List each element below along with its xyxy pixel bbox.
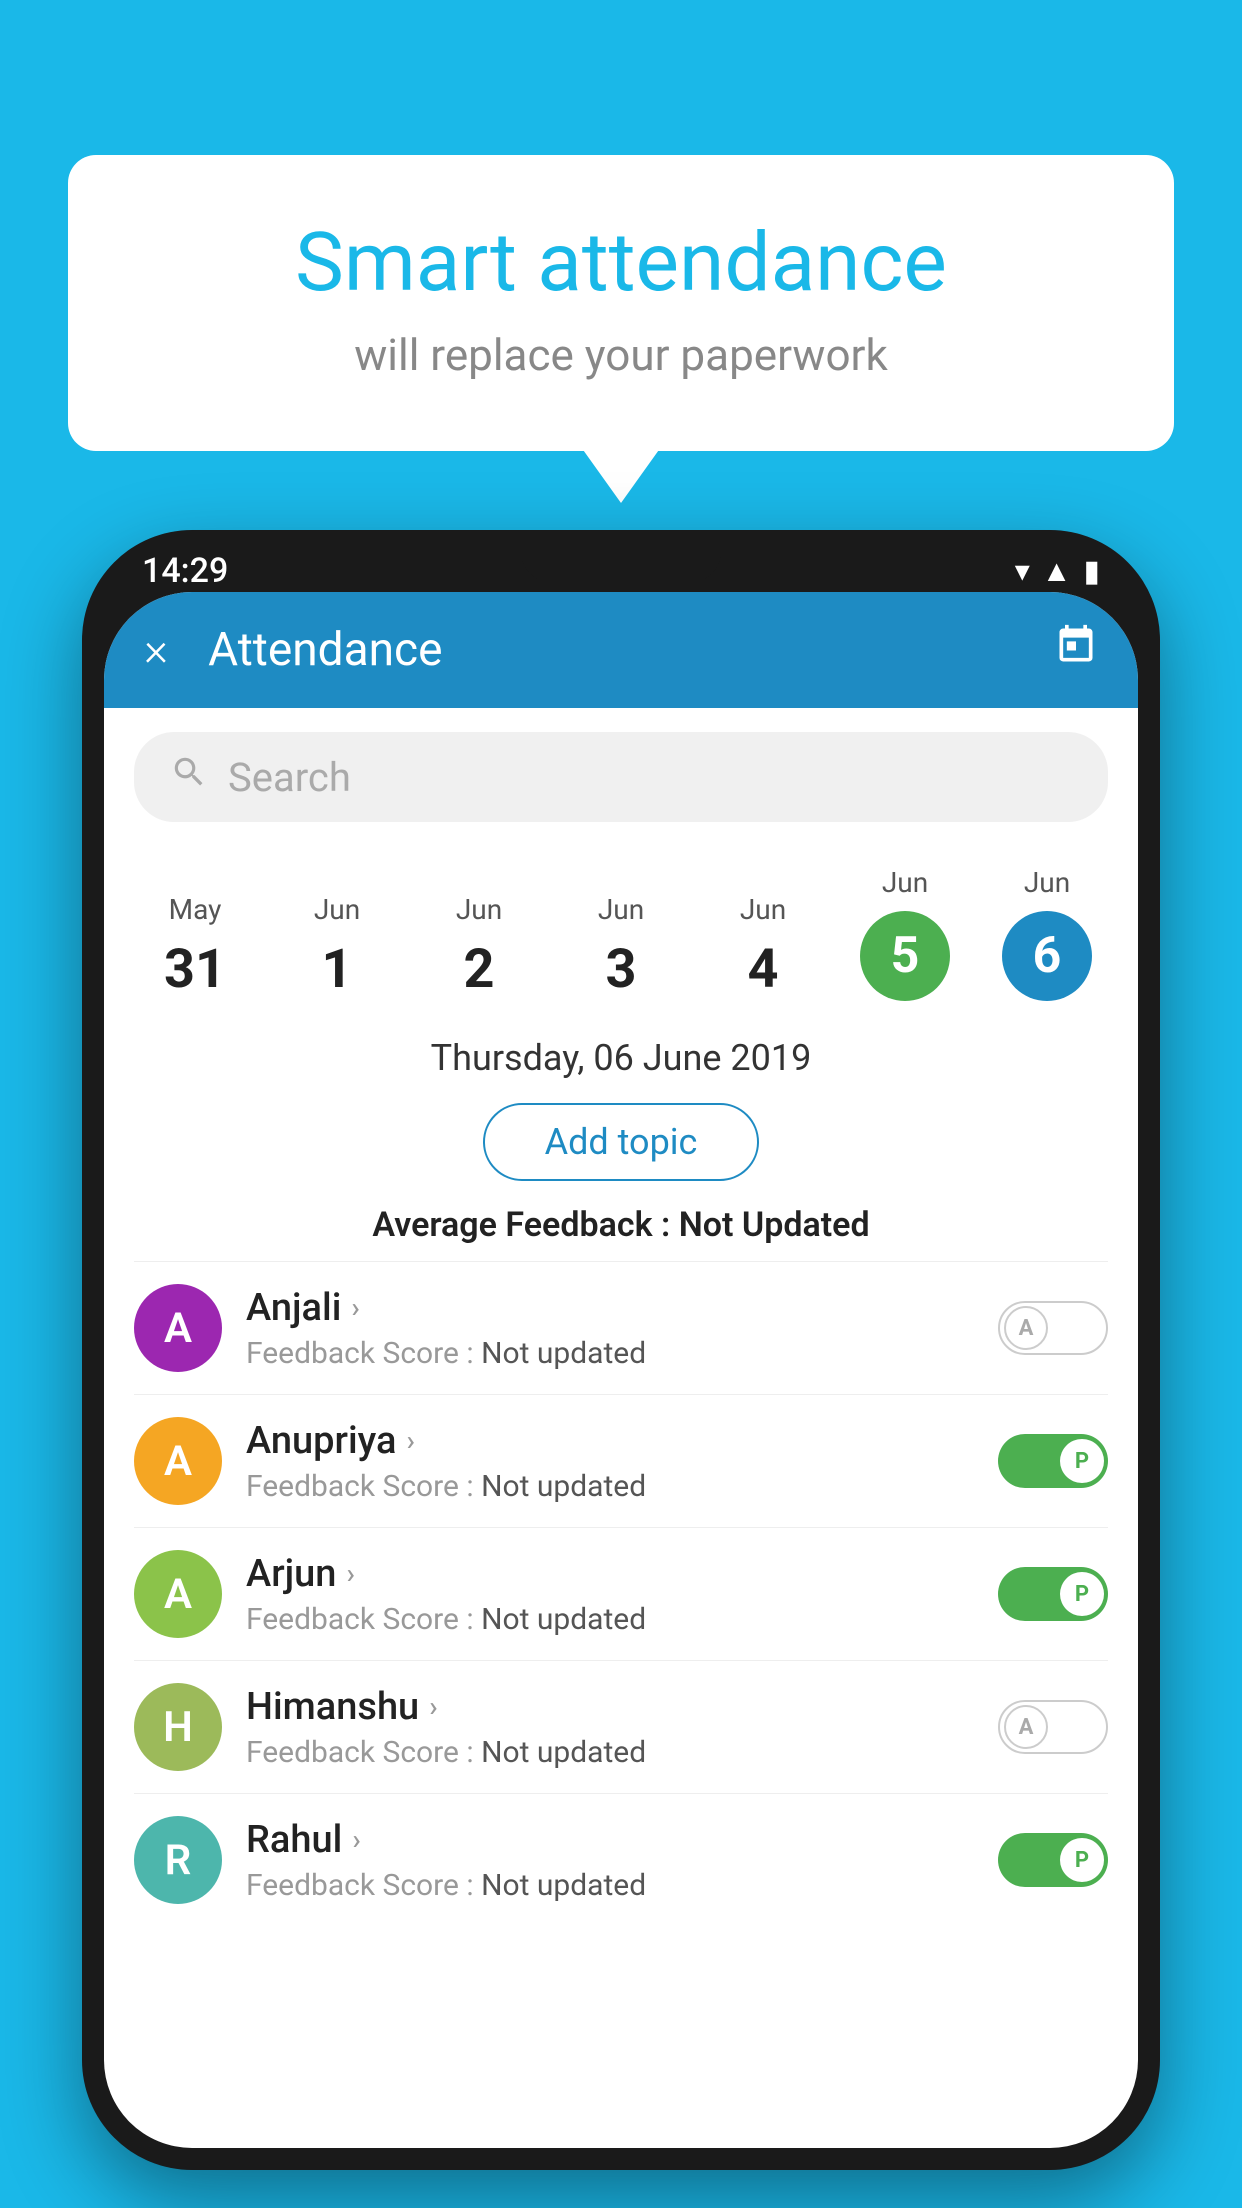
student-feedback: Feedback Score : Not updated [246, 1469, 974, 1504]
status-icons: ▾ ▲ ▮ [1015, 554, 1100, 589]
app-bar: × Attendance [104, 592, 1138, 708]
student-info: Rahul › Feedback Score : Not updated [246, 1818, 974, 1903]
avatar: A [134, 1417, 222, 1505]
student-info: Anupriya › Feedback Score : Not updated [246, 1419, 974, 1504]
toggle-on[interactable]: P [998, 1434, 1108, 1488]
date-item-5[interactable]: Jun 5 [834, 856, 976, 1011]
student-name: Himanshu › [246, 1685, 974, 1729]
speech-bubble-subtitle: will replace your paperwork [148, 329, 1094, 381]
search-icon [170, 753, 208, 801]
phone-screen: × Attendance Search May 31 [104, 592, 1138, 2148]
toggle-on[interactable]: P [998, 1567, 1108, 1621]
avatar: A [134, 1550, 222, 1638]
student-row[interactable]: A Anjali › Feedback Score : Not updated … [134, 1261, 1108, 1394]
student-name: Rahul › [246, 1818, 974, 1862]
close-button[interactable]: × [144, 623, 168, 677]
chevron-right-icon: › [406, 1424, 414, 1457]
date-item-1[interactable]: Jun 1 [266, 883, 408, 1011]
date-item-3[interactable]: Jun 3 [550, 883, 692, 1011]
chevron-right-icon: › [351, 1291, 359, 1324]
date-item-2[interactable]: Jun 2 [408, 883, 550, 1011]
date-item-4[interactable]: Jun 4 [692, 883, 834, 1011]
speech-bubble: Smart attendance will replace your paper… [68, 155, 1174, 451]
student-info: Himanshu › Feedback Score : Not updated [246, 1685, 974, 1770]
signal-icon: ▲ [1042, 554, 1072, 589]
student-name: Anupriya › [246, 1419, 974, 1463]
student-info: Arjun › Feedback Score : Not updated [246, 1552, 974, 1637]
student-list: A Anjali › Feedback Score : Not updated … [104, 1261, 1138, 1926]
toggle-on[interactable]: P [998, 1833, 1108, 1887]
avatar: R [134, 1816, 222, 1904]
calendar-icon[interactable] [1054, 623, 1098, 677]
wifi-icon: ▾ [1015, 554, 1030, 589]
search-bar[interactable]: Search [134, 732, 1108, 822]
student-name: Arjun › [246, 1552, 974, 1596]
avatar: A [134, 1284, 222, 1372]
battery-icon: ▮ [1083, 554, 1100, 589]
student-feedback: Feedback Score : Not updated [246, 1735, 974, 1770]
status-bar: 14:29 ▾ ▲ ▮ [142, 548, 1100, 594]
status-time: 14:29 [142, 551, 228, 591]
phone-frame: 14:29 ▾ ▲ ▮ × Attendance Search [82, 530, 1160, 2170]
chevron-right-icon: › [429, 1690, 437, 1723]
speech-bubble-title: Smart attendance [148, 215, 1094, 311]
student-row[interactable]: H Himanshu › Feedback Score : Not update… [134, 1660, 1108, 1793]
avatar: H [134, 1683, 222, 1771]
student-feedback: Feedback Score : Not updated [246, 1336, 974, 1371]
toggle-off[interactable]: A [998, 1700, 1108, 1754]
add-topic-button[interactable]: Add topic [483, 1103, 760, 1181]
average-feedback: Average Feedback : Not Updated [104, 1195, 1138, 1261]
date-heading: Thursday, 06 June 2019 [104, 1021, 1138, 1089]
student-feedback: Feedback Score : Not updated [246, 1868, 974, 1903]
student-feedback: Feedback Score : Not updated [246, 1602, 974, 1637]
student-row[interactable]: A Arjun › Feedback Score : Not updated P [134, 1527, 1108, 1660]
student-info: Anjali › Feedback Score : Not updated [246, 1286, 974, 1371]
student-row[interactable]: R Rahul › Feedback Score : Not updated P [134, 1793, 1108, 1926]
app-bar-title: Attendance [208, 623, 1054, 677]
student-row[interactable]: A Anupriya › Feedback Score : Not update… [134, 1394, 1108, 1527]
toggle-off[interactable]: A [998, 1301, 1108, 1355]
chevron-right-icon: › [346, 1557, 354, 1590]
search-placeholder: Search [228, 754, 351, 801]
date-picker[interactable]: May 31 Jun 1 Jun 2 Jun 3 Jun 4 Jun 5 [104, 846, 1138, 1021]
chevron-right-icon: › [352, 1823, 360, 1856]
date-item-0[interactable]: May 31 [124, 883, 266, 1011]
student-name: Anjali › [246, 1286, 974, 1330]
date-item-6[interactable]: Jun 6 [976, 856, 1118, 1011]
